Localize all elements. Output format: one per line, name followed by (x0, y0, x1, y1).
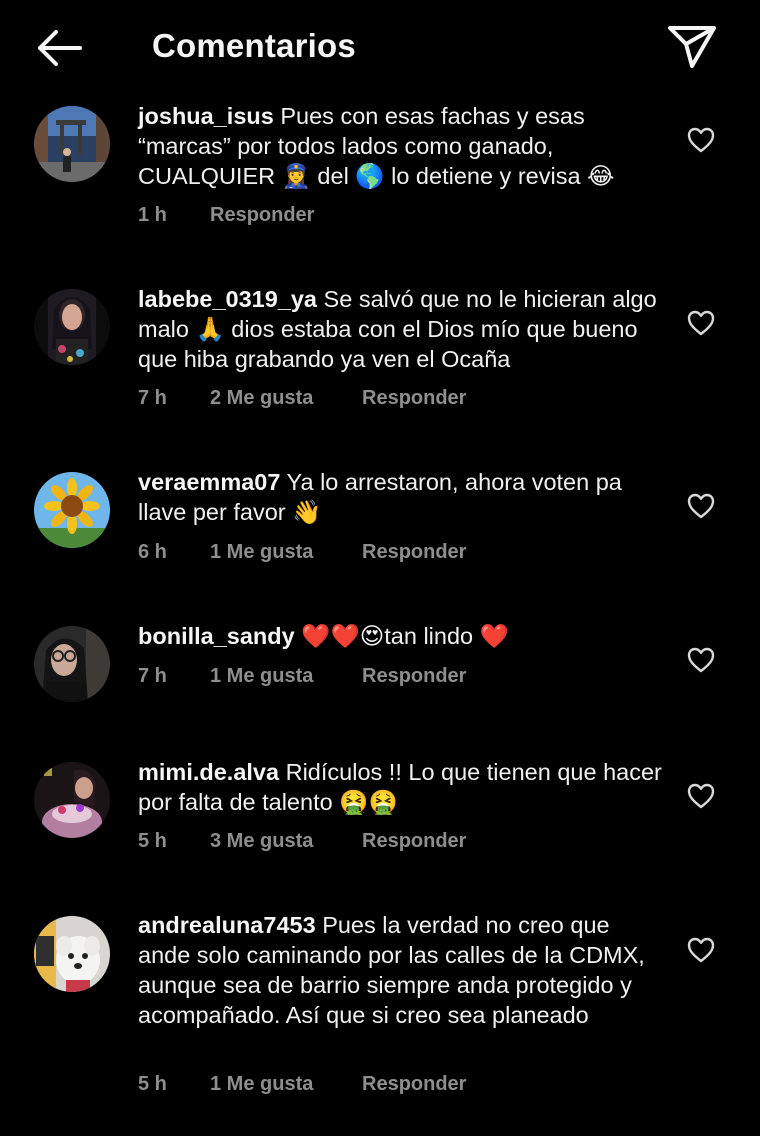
back-button[interactable] (30, 24, 88, 72)
heart-outline-icon (687, 493, 715, 519)
comment-username[interactable]: bonilla_sandy (138, 623, 295, 649)
like-button[interactable] (686, 309, 716, 337)
likes-count[interactable]: 2 Me gusta (210, 387, 313, 410)
comment-username[interactable]: labebe_0319_ya (138, 286, 317, 312)
comment-username[interactable]: joshua_isus (138, 103, 274, 129)
reply-button[interactable]: Responder (362, 387, 466, 410)
arrow-left-icon (38, 30, 82, 66)
likes-count[interactable]: 1 Me gusta (210, 541, 313, 564)
header-bar: Comentarios (0, 0, 760, 92)
like-button[interactable] (686, 126, 716, 154)
likes-count[interactable]: 1 Me gusta (210, 1073, 313, 1096)
heart-outline-icon (687, 127, 715, 153)
heart-outline-icon (687, 783, 715, 809)
page-title: Comentarios (152, 27, 356, 64)
comment-time: 5 h (138, 1073, 167, 1095)
paper-plane-icon (668, 26, 716, 68)
comment-time: 7 h (138, 665, 167, 687)
comment-text: ❤️❤️😍tan lindo ❤️ (301, 623, 509, 649)
like-button[interactable] (686, 782, 716, 810)
reply-button[interactable]: Responder (362, 665, 466, 688)
comment-body: veraemma07 Ya lo arrestaron, ahora voten… (138, 467, 668, 527)
comment-body: labebe_0319_ya Se salvó que no le hicier… (138, 284, 668, 374)
heart-outline-icon (687, 937, 715, 963)
reply-button[interactable]: Responder (210, 204, 314, 227)
likes-count[interactable]: 1 Me gusta (210, 665, 313, 688)
comment-time: 1 h (138, 204, 167, 226)
reply-button[interactable]: Responder (362, 541, 466, 564)
comment-body: mimi.de.alva Ridículos !! Lo que tienen … (138, 757, 668, 817)
like-button[interactable] (686, 646, 716, 674)
avatar[interactable] (34, 289, 110, 365)
reply-button[interactable]: Responder (362, 830, 466, 853)
comment-time: 7 h (138, 387, 167, 409)
share-button[interactable] (664, 22, 720, 72)
avatar[interactable] (34, 626, 110, 702)
like-button[interactable] (686, 936, 716, 964)
avatar[interactable] (34, 916, 110, 992)
comment-body: joshua_isus Pues con esas fachas y esas … (138, 101, 668, 191)
comment-time: 5 h (138, 830, 167, 852)
likes-count[interactable]: 3 Me gusta (210, 830, 313, 853)
heart-outline-icon (687, 647, 715, 673)
comment-username[interactable]: mimi.de.alva (138, 759, 279, 785)
reply-button[interactable]: Responder (362, 1073, 466, 1096)
comment-time: 6 h (138, 541, 167, 563)
comment-body: bonilla_sandy ❤️❤️😍tan lindo ❤️ (138, 621, 668, 651)
comment-username[interactable]: andrealuna7453 (138, 912, 316, 938)
comment-body: andrealuna7453 Pues la verdad no creo qu… (138, 910, 668, 1030)
avatar[interactable] (34, 472, 110, 548)
heart-outline-icon (687, 310, 715, 336)
avatar[interactable] (34, 106, 110, 182)
like-button[interactable] (686, 492, 716, 520)
avatar[interactable] (34, 762, 110, 838)
comment-username[interactable]: veraemma07 (138, 469, 280, 495)
